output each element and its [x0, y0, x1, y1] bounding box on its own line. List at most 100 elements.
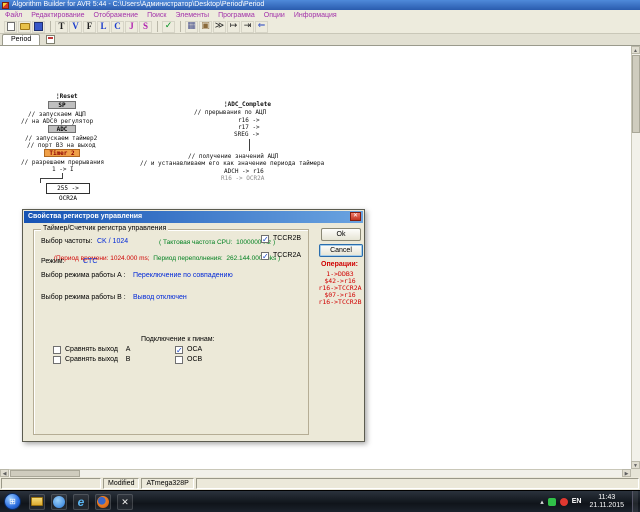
run-button[interactable]: ≫ [213, 21, 226, 33]
taskbar-explorer[interactable] [29, 494, 45, 510]
op-push-r16[interactable]: r16 -> [238, 117, 260, 124]
horizontal-scroll-thumb[interactable] [10, 470, 80, 477]
open-file-button[interactable] [18, 21, 31, 33]
element-jmp-button[interactable]: J [125, 21, 138, 33]
menu-options[interactable]: Опции [264, 12, 285, 19]
close-icon[interactable]: ✕ [350, 212, 361, 221]
tab-period[interactable]: Period [2, 34, 40, 45]
menu-file[interactable]: Файл [5, 12, 22, 19]
step-into-button[interactable]: ⇥ [241, 21, 254, 33]
toolbar-separator [180, 21, 181, 32]
hidden-icons-chevron-icon[interactable]: ▴ [540, 498, 544, 506]
window-titlebar[interactable]: Algorithm Builder for AVR 5:44 - C:\User… [0, 0, 640, 10]
windows-flag-icon: ⊞ [9, 497, 16, 506]
taskbar-firefox[interactable] [95, 494, 111, 510]
timer2-setter-block-selected[interactable]: Timer 2 [44, 149, 80, 157]
flow-line [40, 178, 63, 179]
step-over-button[interactable]: ↦ [227, 21, 240, 33]
op-push-r17[interactable]: r17 -> [238, 124, 260, 131]
menu-elements[interactable]: Элементы [175, 12, 209, 19]
compare-output-a-checkbox[interactable] [53, 346, 61, 354]
sp-setter-block[interactable]: SP [48, 101, 76, 109]
check-icon: ✓ [176, 346, 183, 355]
freq-select[interactable]: CK / 1024 [97, 238, 128, 245]
tray-green-icon[interactable] [548, 498, 556, 506]
freq-label: Выбор частоты: [41, 238, 93, 245]
vertex-adc-complete-label[interactable]: ¦ADC_Complete [224, 101, 271, 108]
taskbar-clock[interactable]: 11:43 21.11.2015 [589, 494, 624, 510]
mode-select[interactable]: CTC [83, 258, 97, 265]
menu-info[interactable]: Информация [294, 12, 337, 19]
tccr2a-checkbox[interactable]: ✓ [261, 252, 269, 260]
comment[interactable]: // запускаем таймер2 [25, 135, 97, 142]
mode-label: Режим: [41, 258, 65, 265]
new-file-button[interactable] [4, 21, 17, 33]
op-push-sreg[interactable]: SREG -> [234, 131, 259, 138]
chip-button[interactable]: ▦ [185, 21, 198, 33]
taskbar-app-blue[interactable] [51, 494, 67, 510]
horizontal-scrollbar[interactable]: ◀ ▶ [0, 469, 631, 477]
scroll-right-icon[interactable]: ▶ [622, 469, 631, 477]
taskbar-app-dark[interactable]: ✕ [117, 494, 133, 510]
program-chip-button[interactable]: ▣ [199, 21, 212, 33]
scroll-down-icon[interactable]: ▼ [631, 461, 640, 469]
vertical-scroll-thumb[interactable] [632, 55, 640, 133]
toolbar-separator [50, 21, 51, 32]
op-ocr2a-box[interactable]: 255 -> OCR2A [46, 183, 90, 194]
mode-a-select[interactable]: Переключение по совпадению [133, 272, 233, 279]
scroll-left-icon[interactable]: ◀ [0, 469, 9, 477]
firefox-icon [97, 496, 109, 508]
element-text-button[interactable]: T [55, 21, 68, 33]
comment[interactable]: // получение значений АЦП [188, 153, 278, 160]
comment[interactable]: // на ADC0 регулятор [21, 118, 93, 125]
save-button[interactable] [32, 21, 45, 33]
toolbar-separator [157, 21, 158, 32]
status-cell-empty [196, 478, 639, 489]
scroll-up-icon[interactable]: ▲ [631, 46, 640, 54]
dialog-titlebar[interactable]: Свойства регистров управления [24, 211, 363, 223]
tccr2b-checkbox[interactable]: ✓ [261, 235, 269, 243]
op-set-i[interactable]: 1 -> I [52, 166, 74, 173]
taskbar-internet-explorer[interactable]: e [73, 494, 89, 510]
group-title: Таймер/Счетчик регистра управления [41, 225, 168, 232]
letter-t-icon: T [58, 22, 64, 31]
toolbar: T V F L C J S ✓ ▦ ▣ ≫ ↦ ⇥ ⇐ [0, 20, 640, 34]
vertex-reset-label[interactable]: ¦Reset [56, 93, 78, 100]
adc-setter-block[interactable]: ADC [48, 125, 76, 133]
op-adch-r16[interactable]: ADCH -> r16 [224, 168, 264, 175]
show-desktop-button[interactable] [632, 491, 638, 512]
ocb-checkbox[interactable] [175, 356, 183, 364]
cancel-button[interactable]: Cancel [319, 244, 363, 257]
element-setter-button[interactable]: S [139, 21, 152, 33]
oca-checkbox[interactable]: ✓ [175, 346, 183, 354]
comment[interactable]: // запускаем АЦП [28, 111, 86, 118]
open-folder-icon [20, 23, 30, 30]
tray-red-icon[interactable] [560, 498, 568, 506]
element-vertex-button[interactable]: V [69, 21, 82, 33]
menu-program[interactable]: Программа [218, 12, 255, 19]
element-condition-button[interactable]: C [111, 21, 124, 33]
ok-button[interactable]: Ok [321, 228, 361, 241]
comment[interactable]: // разрешаем прерывания [21, 159, 104, 166]
comment[interactable]: // порт B3 на выход [27, 142, 96, 149]
app-x-icon: ✕ [121, 496, 129, 508]
compile-button[interactable]: ✓ [162, 21, 175, 33]
taskbar: ⊞ e ✕ ▴ EN 11:43 21.11.2015 [0, 490, 640, 512]
vertical-scrollbar[interactable]: ▲ ▼ [631, 46, 640, 469]
element-field-button[interactable]: F [83, 21, 96, 33]
menu-edit[interactable]: Редактирование [31, 12, 84, 19]
clock-date: 21.11.2015 [589, 502, 624, 510]
comment[interactable]: // прерывания по АЦП [194, 109, 266, 116]
language-indicator[interactable]: EN [572, 498, 582, 505]
menu-view[interactable]: Отображение [94, 12, 139, 19]
element-label-button[interactable]: L [97, 21, 110, 33]
operations-title: Операции: [321, 261, 358, 268]
back-button[interactable]: ⇐ [255, 21, 268, 33]
menu-search[interactable]: Поиск [147, 12, 166, 19]
comment[interactable]: // и устанавливаем его как значение пери… [140, 160, 324, 167]
flow-line [40, 178, 41, 183]
compare-output-b-checkbox[interactable] [53, 356, 61, 364]
start-button[interactable]: ⊞ [4, 493, 21, 510]
mode-b-select[interactable]: Вывод отключен [133, 294, 187, 301]
op-r16-ocr2a[interactable]: R16 -> OCR2A [221, 175, 264, 182]
